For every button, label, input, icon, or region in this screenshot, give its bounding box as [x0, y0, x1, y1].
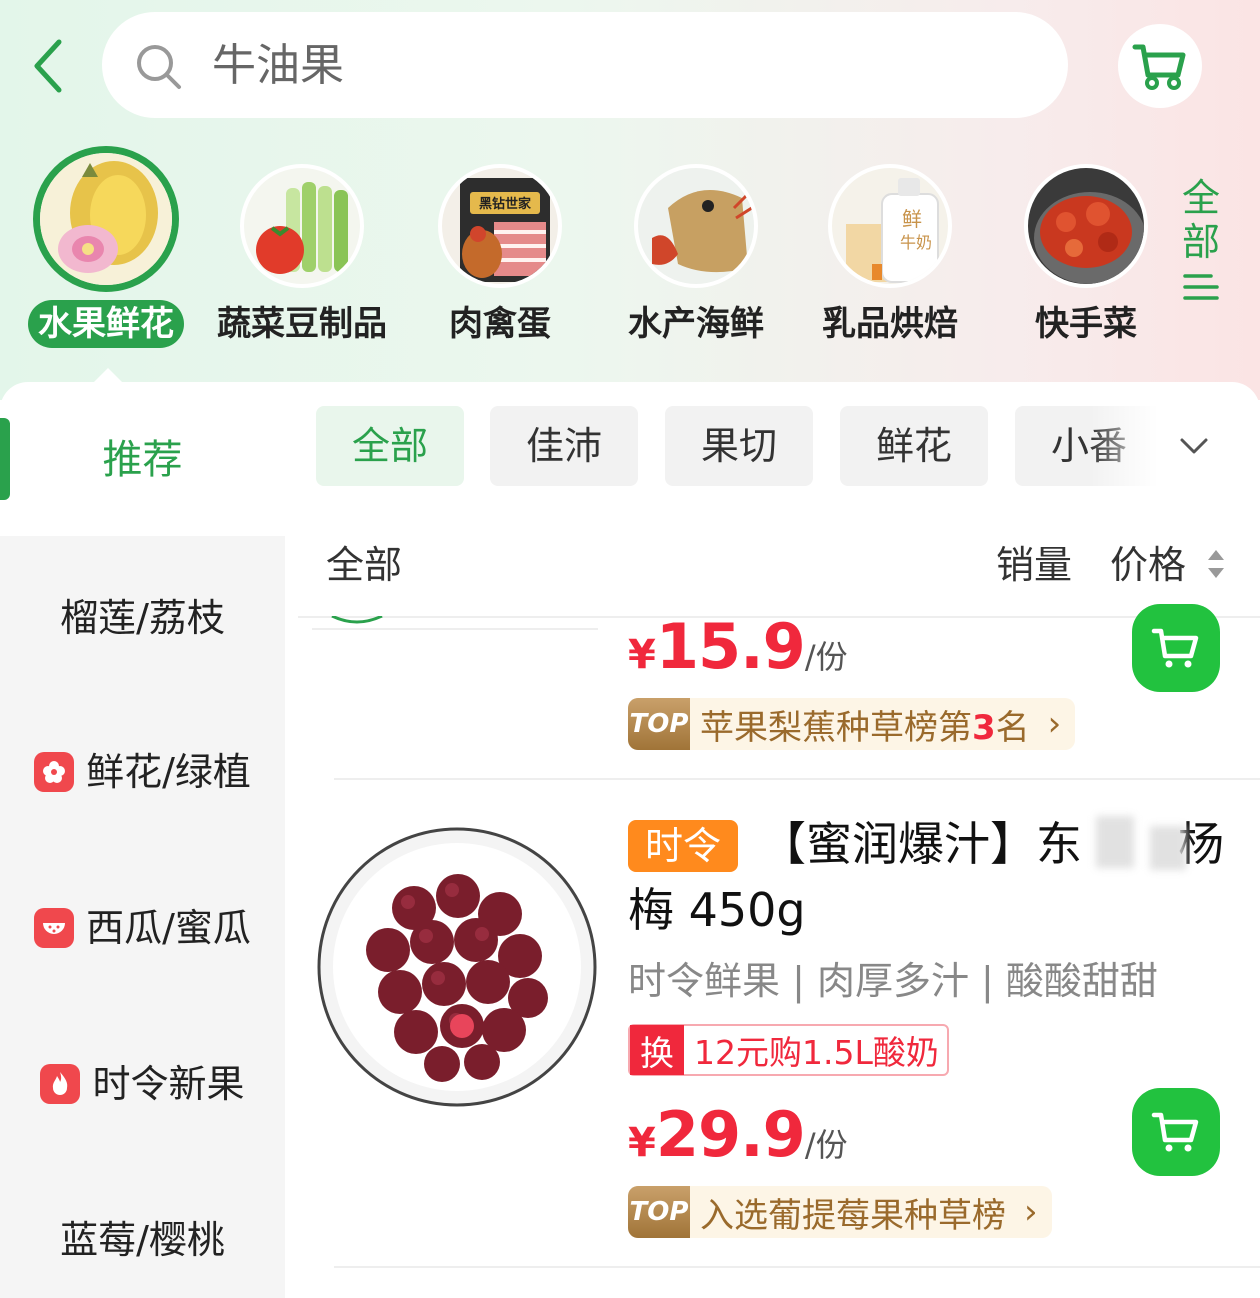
sort-arrows-icon[interactable] — [1206, 548, 1226, 580]
chip-fade — [1090, 404, 1260, 488]
product-divider — [334, 1266, 1260, 1268]
menu-lines-icon — [1181, 270, 1221, 304]
vegetables-image — [240, 164, 364, 288]
cart-icon — [1132, 41, 1188, 91]
category-vegetables-tofu[interactable]: 蔬菜豆制品 — [212, 160, 392, 348]
category-label: 水产海鲜 — [606, 300, 786, 348]
category-label: 乳品烘焙 — [800, 300, 980, 348]
category-seafood[interactable]: 水产海鲜 — [606, 160, 786, 348]
cart-button[interactable] — [1118, 24, 1202, 108]
sidebar-item-flowers-plants[interactable]: 鲜花/绿植 — [0, 732, 285, 812]
category-fruit-flowers[interactable]: 水果鲜花 — [16, 160, 196, 348]
partial-product-image-edge — [330, 616, 384, 626]
category-label: 快手菜 — [996, 300, 1176, 348]
cart-icon — [1151, 1110, 1201, 1154]
crayfish-image — [1024, 164, 1148, 288]
category-quick-dishes[interactable]: 快手菜 — [996, 160, 1176, 348]
flame-icon — [40, 1064, 80, 1104]
partial-product-divider — [312, 628, 598, 630]
blurred-text — [1150, 826, 1186, 870]
chip-cut-fruit[interactable]: 果切 — [665, 406, 813, 486]
flower-icon — [34, 752, 74, 792]
product-divider — [334, 778, 1260, 780]
ranking-badge[interactable]: TOP 入选葡提莓果种草榜 › — [628, 1186, 1052, 1238]
promo-text: 12元购1.5L酸奶 — [684, 1026, 947, 1074]
chip-zespri[interactable]: 佳沛 — [490, 406, 638, 486]
ranking-badge[interactable]: TOP 苹果梨蕉种草榜第3名 › — [628, 698, 1075, 750]
category-label: 水果鲜花 — [28, 300, 184, 348]
all-categories-label-1: 全 — [1176, 176, 1226, 220]
chip-flowers[interactable]: 鲜花 — [840, 406, 988, 486]
sidebar-item-durian-lychee[interactable]: 榴莲/荔枝 — [0, 578, 285, 658]
sidebar-item-watermelon-melon[interactable]: 西瓜/蜜瓜 — [0, 888, 285, 968]
category-label: 蔬菜豆制品 — [212, 300, 392, 348]
top-badge: TOP — [628, 698, 690, 750]
chevron-down-icon[interactable] — [1176, 428, 1212, 464]
meat-image: 黑钻世家 — [438, 164, 562, 288]
sidebar-item-label: 蓝莓/樱桃 — [60, 1200, 225, 1280]
product-image[interactable] — [316, 826, 598, 1108]
sort-all-label[interactable]: 全部 — [326, 540, 402, 590]
chip-all[interactable]: 全部 — [316, 406, 464, 486]
top-badge: TOP — [628, 1186, 690, 1238]
milk-label-1: 鲜 — [902, 207, 922, 231]
search-icon — [134, 42, 184, 92]
product-title-line2[interactable]: 梅 450g — [628, 880, 806, 940]
all-categories-label-2: 部 — [1176, 220, 1226, 264]
sidebar-item-label: 鲜花/绿植 — [86, 732, 251, 812]
product-price: ¥15.9/份 — [628, 610, 848, 683]
seasonal-tag: 时令 — [628, 820, 738, 872]
promo-badge: 换 — [630, 1025, 684, 1075]
chevron-left-icon — [33, 38, 63, 94]
search-query: 牛油果 — [212, 36, 344, 96]
add-to-cart-button[interactable] — [1132, 604, 1220, 692]
search-input[interactable]: 牛油果 — [102, 12, 1068, 118]
category-pointer — [92, 368, 124, 384]
add-to-cart-button[interactable] — [1132, 1088, 1220, 1176]
sidebar-item-label: 时令新果 — [92, 1044, 244, 1124]
durian-image — [33, 146, 179, 292]
seafood-image — [634, 164, 758, 288]
sidebar-item-label: 榴莲/荔枝 — [60, 578, 225, 658]
all-categories-button[interactable]: 全 部 — [1176, 176, 1226, 313]
category-dairy-bakery[interactable]: 鲜 牛奶 乳品烘焙 — [800, 160, 980, 348]
sidebar-item-label: 西瓜/蜜瓜 — [86, 888, 251, 968]
sort-sales-button[interactable]: 销量 — [996, 540, 1072, 590]
chevron-right-icon: › — [1024, 1192, 1038, 1232]
watermelon-icon — [34, 908, 74, 948]
category-meat-eggs[interactable]: 黑钻世家 肉禽蛋 — [410, 160, 590, 348]
chevron-right-icon: › — [1048, 704, 1062, 744]
dairy-image: 鲜 牛奶 — [828, 164, 952, 288]
ranking-text: 入选葡提莓果种草榜 — [700, 1188, 1006, 1237]
sidebar-item-seasonal-fruit[interactable]: 时令新果 — [0, 1044, 285, 1124]
ranking-text: 苹果梨蕉种草榜第3名 — [700, 700, 1030, 749]
back-button[interactable] — [28, 36, 68, 96]
sidebar-item-recommend[interactable]: 推荐 — [0, 420, 285, 500]
product-subtitle: 时令鲜果 | 肉厚多汁 | 酸酸甜甜 — [628, 956, 1158, 1006]
sidebar-item-blueberry-cherry[interactable]: 蓝莓/樱桃 — [0, 1200, 285, 1280]
product-price: ¥29.9/份 — [628, 1098, 848, 1171]
milk-label-2: 牛奶 — [900, 233, 932, 252]
blurred-text — [1096, 816, 1134, 868]
cart-icon — [1151, 626, 1201, 670]
promo-tag[interactable]: 换 12元购1.5L酸奶 — [628, 1024, 949, 1076]
sort-price-button[interactable]: 价格 — [1110, 540, 1186, 590]
category-label: 肉禽蛋 — [410, 300, 590, 348]
meat-brand-label: 黑钻世家 — [479, 196, 532, 212]
